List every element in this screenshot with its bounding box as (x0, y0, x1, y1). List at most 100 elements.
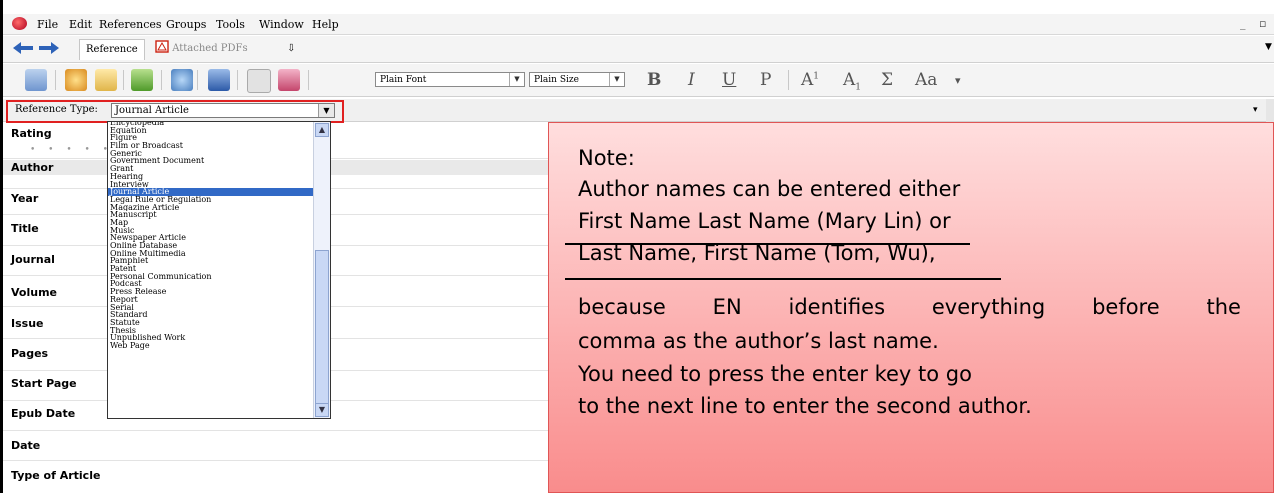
rating-stars[interactable]: • • • • • (30, 145, 113, 155)
reference-type-option[interactable]: Podcast (108, 280, 316, 288)
reference-type-option[interactable]: Grant (108, 165, 316, 173)
scroll-up-icon[interactable]: ▲ (315, 123, 329, 137)
back-arrow-icon[interactable] (13, 42, 33, 54)
underline-rule (565, 278, 1001, 280)
reference-type-option[interactable]: Report (108, 296, 316, 304)
minimize-button[interactable]: _ (1240, 17, 1246, 30)
reference-type-option[interactable]: Government Document (108, 157, 316, 165)
reference-type-option[interactable]: Hearing (108, 173, 316, 181)
reference-type-option[interactable]: Patent (108, 265, 316, 273)
reference-type-option[interactable]: Music (108, 227, 316, 235)
scroll-down-icon[interactable]: ▼ (315, 403, 329, 417)
change-case-menu-icon[interactable]: ▾ (955, 74, 961, 87)
italic-button[interactable]: I (688, 70, 695, 90)
reference-type-option[interactable]: Web Page (108, 342, 316, 350)
reference-type-option[interactable]: Newspaper Article (108, 234, 316, 242)
toolbar-separator (308, 70, 309, 90)
endnote-app-icon[interactable] (12, 17, 27, 30)
reference-type-option[interactable]: Map (108, 219, 316, 227)
reference-type-option[interactable]: Personal Communication (108, 273, 316, 281)
tab-bar-menu-icon[interactable]: ▼ (1265, 42, 1272, 52)
reference-type-option[interactable]: Online Multimedia (108, 250, 316, 258)
note-heading: Note: (578, 146, 635, 170)
symbol-button[interactable]: Σ (881, 70, 893, 90)
field-title-label: Title (11, 222, 39, 235)
pdf-icon (155, 40, 169, 53)
reference-type-option[interactable]: Statute (108, 319, 316, 327)
bold-button[interactable]: B (647, 70, 661, 90)
menu-edit[interactable]: Edit (69, 18, 92, 31)
scrollbar-edge (1266, 99, 1274, 122)
scrollbar-thumb[interactable] (315, 250, 329, 404)
change-case-button[interactable]: Aa (915, 70, 937, 90)
find-online-icon[interactable] (65, 69, 87, 91)
toolbar-separator (55, 70, 56, 90)
subscript-mark: 1 (855, 82, 862, 93)
underline-button[interactable]: U (722, 70, 736, 90)
open-folder-icon[interactable] (95, 69, 117, 91)
note-word: EN (712, 295, 742, 319)
field-journal-label: Journal (11, 253, 55, 266)
reference-type-option[interactable]: Legal Rule or Regulation (108, 196, 316, 204)
menu-groups[interactable]: Groups (166, 18, 206, 31)
reference-type-option[interactable]: Thesis (108, 327, 316, 335)
restore-button[interactable]: ▫ (1259, 17, 1266, 30)
field-year-label: Year (11, 192, 39, 205)
font-select[interactable]: Plain Font ▼ (375, 72, 525, 87)
reference-type-dropdown[interactable]: Encyclopedia Equation Figure Film or Broadc… (107, 121, 331, 419)
chevron-down-icon: ▼ (609, 73, 624, 86)
menu-bar: File Edit References Groups Tools Window… (3, 14, 1274, 35)
plain-button[interactable]: P (760, 70, 771, 90)
tab-attached-pdfs[interactable]: Attached PDFs (149, 39, 254, 59)
checkmark-icon[interactable] (131, 69, 153, 91)
menu-references[interactable]: References (99, 18, 162, 31)
reference-type-option[interactable]: Journal Article (108, 188, 316, 196)
reference-type-option[interactable]: Interview (108, 181, 316, 189)
reference-type-option[interactable]: Online Database (108, 242, 316, 250)
reference-type-option[interactable]: Manuscript (108, 211, 316, 219)
reference-type-option[interactable]: Generic (108, 150, 316, 158)
tab-bar: Reference Attached PDFs ⇩ ▼ (3, 36, 1274, 63)
reference-type-option[interactable]: Film or Broadcast (108, 142, 316, 150)
size-select-value: Plain Size (534, 75, 579, 85)
paperclip-icon[interactable]: ⇩ (281, 39, 301, 59)
reference-type-option[interactable]: Pamphlet (108, 257, 316, 265)
note-word: before (1092, 295, 1160, 319)
subscript-button[interactable]: A1 (843, 70, 861, 92)
note-line-1: Author names can be entered either (578, 177, 961, 201)
tab-reference[interactable]: Reference (79, 39, 145, 60)
reference-type-option[interactable]: Unpublished Work (108, 334, 316, 342)
options-menu-icon[interactable]: ▾ (1253, 105, 1258, 115)
highlight-box (6, 100, 344, 123)
menu-help[interactable]: Help (312, 18, 339, 31)
field-divider (3, 460, 548, 461)
forward-arrow-icon[interactable] (39, 42, 59, 54)
menu-file[interactable]: File (37, 18, 58, 31)
field-type-of-article-label: Type of Article (11, 469, 101, 482)
reference-type-option[interactable]: Equation (108, 127, 316, 135)
reference-type-option[interactable]: Standard (108, 311, 316, 319)
field-pages-label: Pages (11, 347, 49, 360)
size-select[interactable]: Plain Size ▼ (529, 72, 625, 87)
superscript-button[interactable]: A1 (801, 70, 819, 90)
reference-type-option[interactable]: Press Release (108, 288, 316, 296)
note-line-4: because EN identifies everything before … (578, 295, 1241, 319)
field-volume-label: Volume (11, 286, 57, 299)
reference-type-options: Encyclopedia Equation Figure Film or Broadc… (108, 122, 316, 350)
document-icon[interactable] (247, 69, 271, 93)
reference-type-option[interactable]: Figure (108, 134, 316, 142)
menu-window[interactable]: Window (259, 18, 304, 31)
pushpin-icon[interactable] (208, 69, 230, 91)
dropdown-scrollbar[interactable]: ▲ ▼ (313, 122, 330, 418)
insert-citation-icon[interactable] (171, 69, 193, 91)
eraser-icon[interactable] (278, 69, 300, 91)
sync-icon[interactable] (25, 69, 47, 91)
note-word: because (578, 295, 666, 319)
reference-type-option[interactable]: Serial (108, 304, 316, 312)
menu-tools[interactable]: Tools (216, 18, 245, 31)
superscript-mark: 1 (813, 71, 820, 82)
toolbar-separator (237, 70, 238, 90)
toolbar-separator (161, 70, 162, 90)
reference-type-option[interactable]: Magazine Article (108, 204, 316, 212)
field-author-label: Author (11, 161, 54, 174)
